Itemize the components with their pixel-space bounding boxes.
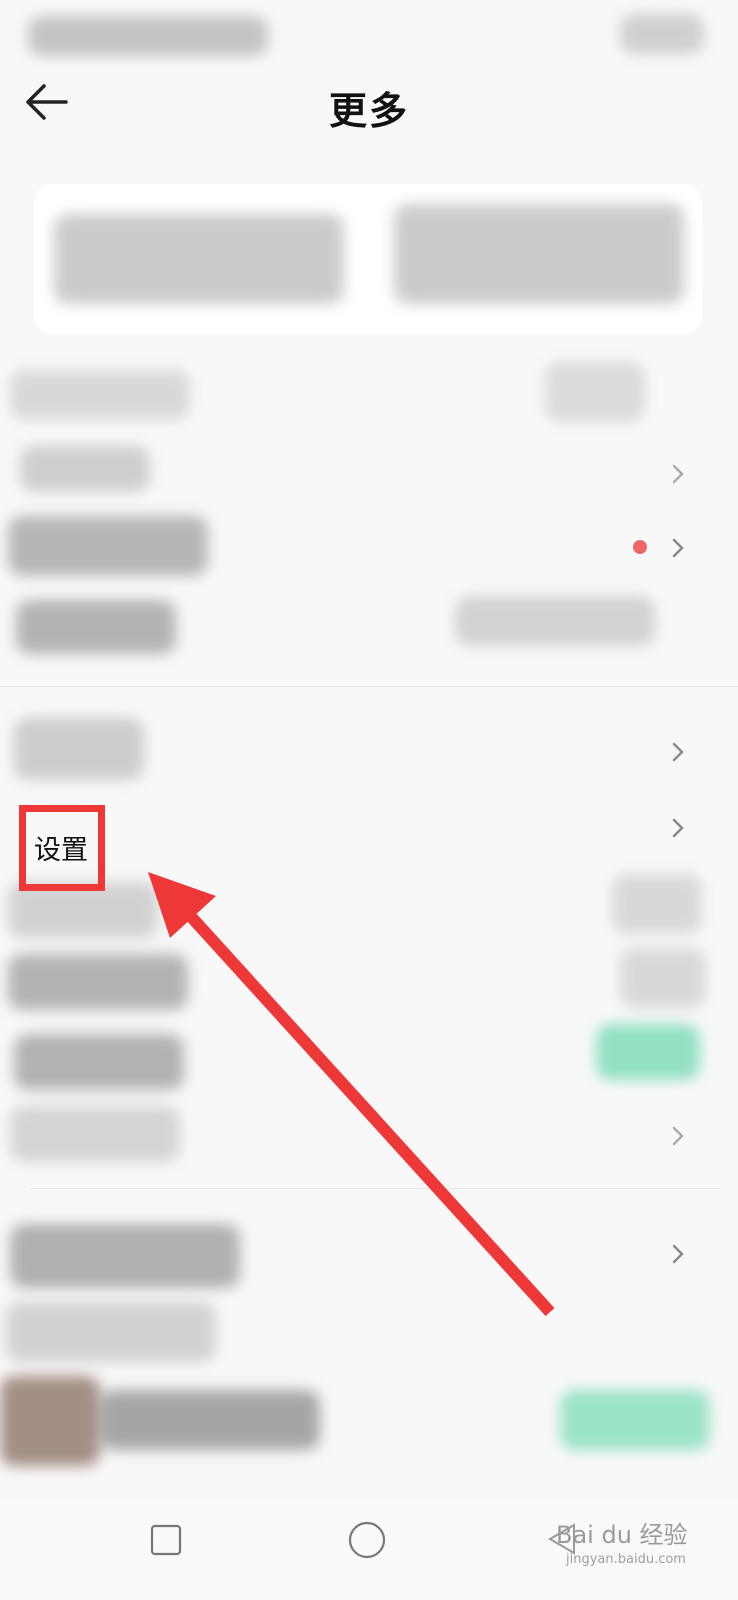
square-icon[interactable] xyxy=(150,1524,182,1560)
watermark-domain: jingyan.baidu.com xyxy=(566,1552,686,1567)
screen: 更多 设置 Bai du 经验 jingyan.baidu.com xyxy=(0,0,738,1600)
annotation-arrow xyxy=(148,872,555,1317)
watermark-brand: Bai du 经验 xyxy=(556,1521,688,1549)
circle-icon[interactable] xyxy=(347,1520,387,1564)
